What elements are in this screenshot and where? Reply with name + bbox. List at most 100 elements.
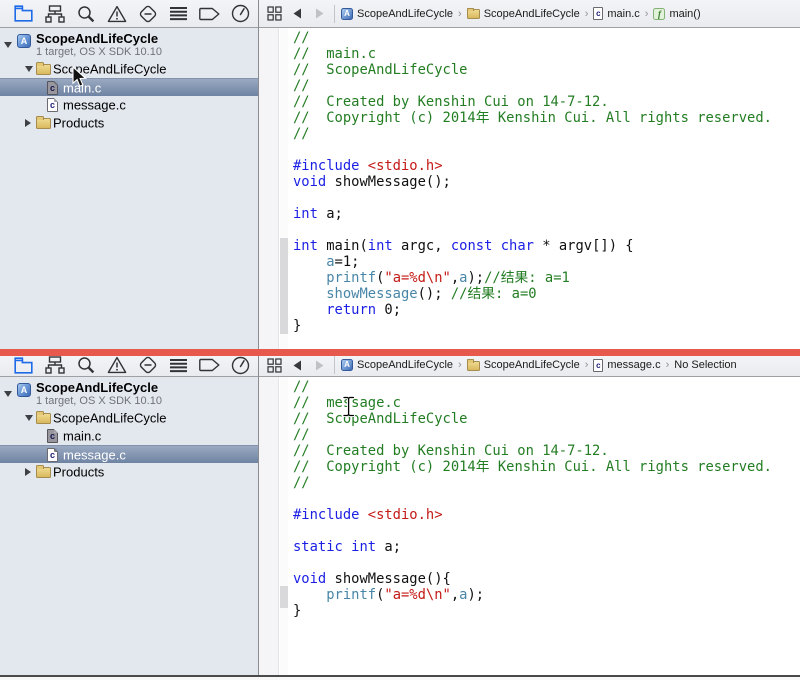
disclosure-triangle-icon[interactable] [25, 468, 31, 476]
tree-row-project[interactable]: AScopeAndLifeCycle1 target, OS X SDK 10.… [0, 379, 258, 409]
code-line[interactable] [293, 491, 800, 507]
tree-item-label: message.c [63, 447, 126, 462]
disclosure-triangle-icon[interactable] [25, 119, 31, 127]
code-line[interactable]: // [293, 427, 800, 443]
xcode-project-icon: A [17, 383, 31, 397]
code-line[interactable] [293, 555, 800, 571]
code-line[interactable]: static int a; [293, 539, 800, 555]
tree-row-main-c[interactable]: cmain.c [0, 427, 258, 445]
disclosure-triangle-icon[interactable] [4, 42, 12, 48]
code-line[interactable]: // message.c [293, 395, 800, 411]
code-line[interactable] [293, 222, 800, 238]
code-view[interactable]: //// main.c// ScopeAndLifeCycle//// Crea… [293, 30, 800, 334]
code-line[interactable]: // [293, 379, 800, 395]
sidebar-editor-divider[interactable] [258, 0, 259, 349]
source-editor[interactable]: //// main.c// ScopeAndLifeCycle//// Crea… [259, 28, 800, 349]
breakpoint-navigator-icon[interactable] [132, 356, 163, 375]
related-items-icon[interactable] [262, 358, 286, 373]
disclosure-triangle-icon[interactable] [25, 66, 33, 72]
sidebar-editor-divider[interactable] [258, 356, 259, 675]
project-navigator-icon[interactable] [8, 356, 39, 375]
tag-navigator-icon[interactable] [194, 4, 225, 24]
breadcrumb-item[interactable]: No Selection [674, 359, 736, 371]
report-navigator-icon[interactable] [163, 4, 194, 24]
code-line[interactable]: void showMessage(){ [293, 571, 800, 587]
log-navigator-icon[interactable] [225, 356, 256, 375]
log-navigator-icon[interactable] [225, 4, 256, 24]
code-line[interactable]: int main(int argc, const char * argv[]) … [293, 238, 800, 254]
c-file-icon: c [47, 429, 58, 443]
code-line[interactable]: } [293, 603, 800, 619]
code-line[interactable]: // [293, 30, 800, 46]
code-line[interactable]: // Copyright (c) 2014年 Kenshin Cui. All … [293, 110, 800, 126]
code-line[interactable]: return 0; [293, 302, 800, 318]
forward-button[interactable] [308, 360, 330, 371]
fold-region-showmessage-body[interactable] [280, 586, 288, 608]
code-fold-ribbon[interactable] [280, 28, 288, 349]
source-editor[interactable]: //// message.c// ScopeAndLifeCycle//// C… [259, 377, 800, 675]
code-line[interactable]: // main.c [293, 46, 800, 62]
code-token: showMessage [326, 286, 417, 302]
breadcrumb-chevron-icon: › [458, 359, 462, 371]
tree-row-project[interactable]: AScopeAndLifeCycle1 target, OS X SDK 10.… [0, 30, 258, 60]
tree-row-message-c[interactable]: cmessage.c [0, 445, 258, 463]
code-line[interactable]: #include <stdio.h> [293, 158, 800, 174]
find-navigator-icon[interactable] [70, 4, 101, 24]
code-line[interactable]: // [293, 126, 800, 142]
forward-button[interactable] [308, 8, 330, 19]
code-line[interactable]: } [293, 318, 800, 334]
issue-navigator-icon[interactable] [101, 4, 132, 24]
tag-navigator-icon[interactable] [194, 356, 225, 375]
breadcrumb-item[interactable]: AScopeAndLifeCycle [341, 359, 453, 371]
fold-region-main-function[interactable] [280, 238, 288, 334]
back-button[interactable] [286, 360, 308, 371]
related-items-icon[interactable] [262, 6, 286, 21]
code-line[interactable]: // Copyright (c) 2014年 Kenshin Cui. All … [293, 459, 800, 475]
project-navigator-icon[interactable] [8, 4, 39, 24]
code-line[interactable]: // ScopeAndLifeCycle [293, 411, 800, 427]
code-line[interactable]: // Created by Kenshin Cui on 14-7-12. [293, 94, 800, 110]
code-line[interactable]: a=1; [293, 254, 800, 270]
code-line[interactable]: printf("a=%d\n",a); [293, 587, 800, 603]
code-line[interactable]: // Created by Kenshin Cui on 14-7-12. [293, 443, 800, 459]
code-line[interactable]: int a; [293, 206, 800, 222]
breakpoint-navigator-icon[interactable] [132, 4, 163, 24]
tree-row-main-c[interactable]: cmain.c [0, 78, 258, 96]
tree-row-products[interactable]: Products [0, 463, 258, 481]
code-fold-ribbon[interactable] [280, 377, 288, 675]
breadcrumb-item[interactable]: AScopeAndLifeCycle [341, 8, 453, 20]
disclosure-triangle-icon[interactable] [25, 415, 33, 421]
code-token [293, 587, 326, 603]
breadcrumb-item[interactable]: ScopeAndLifeCycle [467, 359, 580, 371]
code-line[interactable] [293, 190, 800, 206]
symbol-navigator-icon[interactable] [39, 356, 70, 375]
tree-row-scopeandlifecycle[interactable]: ScopeAndLifeCycle [0, 60, 258, 78]
tree-row-products[interactable]: Products [0, 114, 258, 132]
code-line[interactable]: printf("a=%d\n",a);//结果: a=1 [293, 270, 800, 286]
tree-row-message-c[interactable]: cmessage.c [0, 96, 258, 114]
code-line[interactable] [293, 523, 800, 539]
code-line[interactable]: showMessage(); //结果: a=0 [293, 286, 800, 302]
issue-navigator-icon[interactable] [101, 356, 132, 375]
code-token: void [293, 571, 326, 587]
code-token [293, 286, 326, 302]
tree-row-scopeandlifecycle[interactable]: ScopeAndLifeCycle [0, 409, 258, 427]
code-token: printf [326, 587, 376, 603]
breadcrumb-item[interactable]: cmain.c [593, 7, 639, 20]
symbol-navigator-icon[interactable] [39, 4, 70, 24]
disclosure-triangle-icon[interactable] [4, 391, 12, 397]
code-token [293, 254, 326, 270]
find-navigator-icon[interactable] [70, 356, 101, 375]
code-line[interactable]: #include <stdio.h> [293, 507, 800, 523]
breadcrumb-item[interactable]: ScopeAndLifeCycle [467, 8, 580, 20]
breadcrumb-item[interactable]: cmessage.c [593, 359, 660, 372]
code-line[interactable] [293, 142, 800, 158]
code-view[interactable]: //// message.c// ScopeAndLifeCycle//// C… [293, 379, 800, 619]
breadcrumb-item[interactable]: fmain() [653, 8, 700, 20]
code-line[interactable]: void showMessage(); [293, 174, 800, 190]
back-button[interactable] [286, 8, 308, 19]
code-line[interactable]: // [293, 475, 800, 491]
code-line[interactable]: // ScopeAndLifeCycle [293, 62, 800, 78]
report-navigator-icon[interactable] [163, 356, 194, 375]
code-line[interactable]: // [293, 78, 800, 94]
